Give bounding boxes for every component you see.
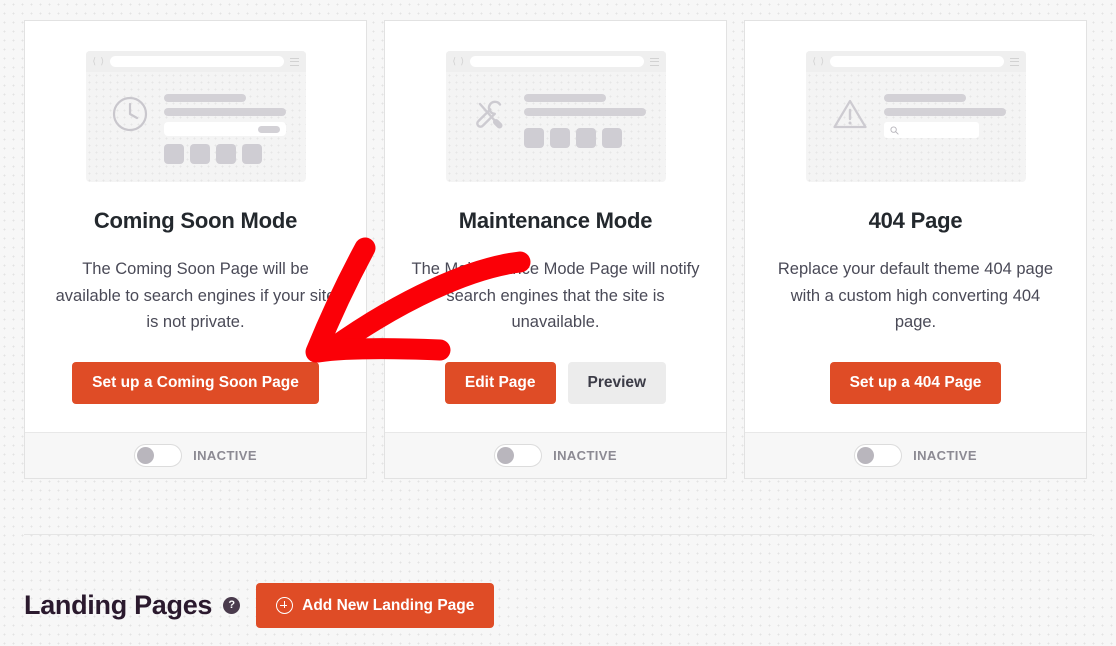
illustration-content (806, 72, 1026, 182)
card-footer: INACTIVE (745, 431, 1086, 478)
illustration-content (86, 72, 306, 182)
browser-nav-arrows-icon: ⟨ ⟩ (92, 56, 106, 66)
browser-nav-arrows-icon: ⟨ ⟩ (452, 56, 466, 66)
hamburger-menu-icon (289, 57, 299, 66)
warning-triangle-icon (828, 94, 872, 142)
card-body: ⟨ ⟩ (385, 21, 726, 432)
hamburger-menu-icon (1009, 57, 1019, 66)
placeholder-line (163, 108, 286, 116)
maintenance-illustration: ⟨ ⟩ (445, 51, 666, 182)
card-description: The Coming Soon Page will be available t… (55, 260, 336, 332)
toggle-knob (497, 446, 515, 464)
browser-address-bar (830, 56, 1004, 67)
card-button-row: Set up a Coming Soon Page (72, 362, 319, 404)
edit-page-button[interactable]: Edit Page (444, 362, 556, 404)
card-description: Replace your default theme 404 page with… (777, 260, 1054, 332)
404-toggle[interactable] (854, 443, 903, 467)
browser-chrome-bar: ⟨ ⟩ (85, 51, 306, 72)
card-maintenance-mode: ⟨ ⟩ Maintenance Mode The Maintenance Mod… (384, 20, 727, 479)
card-footer: INACTIVE (385, 431, 726, 478)
page-title: Landing Pages (24, 590, 213, 620)
maintenance-status-label: INACTIVE (553, 447, 617, 463)
browser-address-bar (470, 56, 644, 67)
illustration-squares (523, 128, 646, 148)
preview-button[interactable]: Preview (567, 362, 667, 404)
clock-icon (108, 94, 152, 142)
help-icon[interactable]: ? (223, 597, 241, 614)
404-illustration: ⟨ ⟩ (805, 51, 1026, 182)
illustration-content (446, 72, 666, 182)
browser-chrome-bar: ⟨ ⟩ (805, 51, 1026, 72)
card-body: ⟨ ⟩ (25, 21, 366, 432)
card-body: ⟨ ⟩ (745, 21, 1086, 432)
maintenance-toggle[interactable] (494, 443, 543, 467)
add-new-landing-page-label: Add New Landing Page (302, 596, 475, 614)
browser-chrome-bar: ⟨ ⟩ (445, 51, 666, 72)
add-new-landing-page-button[interactable]: Add New Landing Page (256, 583, 495, 628)
illustration-search-box (883, 122, 979, 138)
coming-soon-status-label: INACTIVE (193, 447, 257, 463)
card-404-page: ⟨ ⟩ 404 Page Replace your default theme … (744, 20, 1087, 479)
browser-address-bar (110, 56, 284, 67)
landing-pages-section: Landing Pages ? Add New Landing Page (24, 583, 495, 628)
404-status-label: INACTIVE (913, 447, 977, 463)
card-button-row: Edit Page Preview (444, 362, 667, 404)
plus-circle-icon (276, 597, 294, 614)
tools-icon (468, 94, 512, 142)
hamburger-menu-icon (649, 57, 659, 66)
card-title: Coming Soon Mode (93, 208, 298, 233)
card-description: The Maintenance Mode Page will notify se… (411, 260, 700, 332)
section-divider (24, 534, 1092, 535)
card-button-row: Set up a 404 Page (829, 362, 1002, 404)
placeholder-line (163, 94, 247, 102)
setup-coming-soon-page-button[interactable]: Set up a Coming Soon Page (72, 362, 319, 404)
illustration-input (163, 122, 286, 136)
card-coming-soon: ⟨ ⟩ Coming Soon Mode The Coming Soon Pag… (24, 20, 367, 479)
search-icon (889, 125, 899, 135)
card-title: Maintenance Mode (458, 208, 653, 233)
illustration-squares (163, 144, 286, 164)
placeholder-line (883, 94, 967, 102)
mode-cards-row: ⟨ ⟩ Coming Soon Mode The Coming Soon Pag… (24, 20, 1087, 479)
illustration-lines (523, 94, 666, 148)
setup-404-page-button[interactable]: Set up a 404 Page (829, 362, 1002, 404)
coming-soon-toggle[interactable] (134, 443, 183, 467)
landing-pages-heading: Landing Pages ? (24, 590, 241, 621)
toggle-knob (137, 446, 155, 464)
card-footer: INACTIVE (25, 431, 366, 478)
illustration-lines (163, 94, 306, 164)
placeholder-line (523, 94, 607, 102)
placeholder-line (883, 108, 1006, 116)
coming-soon-illustration: ⟨ ⟩ (85, 51, 306, 182)
browser-nav-arrows-icon: ⟨ ⟩ (812, 56, 826, 66)
card-title: 404 Page (868, 208, 963, 233)
illustration-lines (883, 94, 1026, 138)
placeholder-line (523, 108, 646, 116)
toggle-knob (857, 446, 875, 464)
